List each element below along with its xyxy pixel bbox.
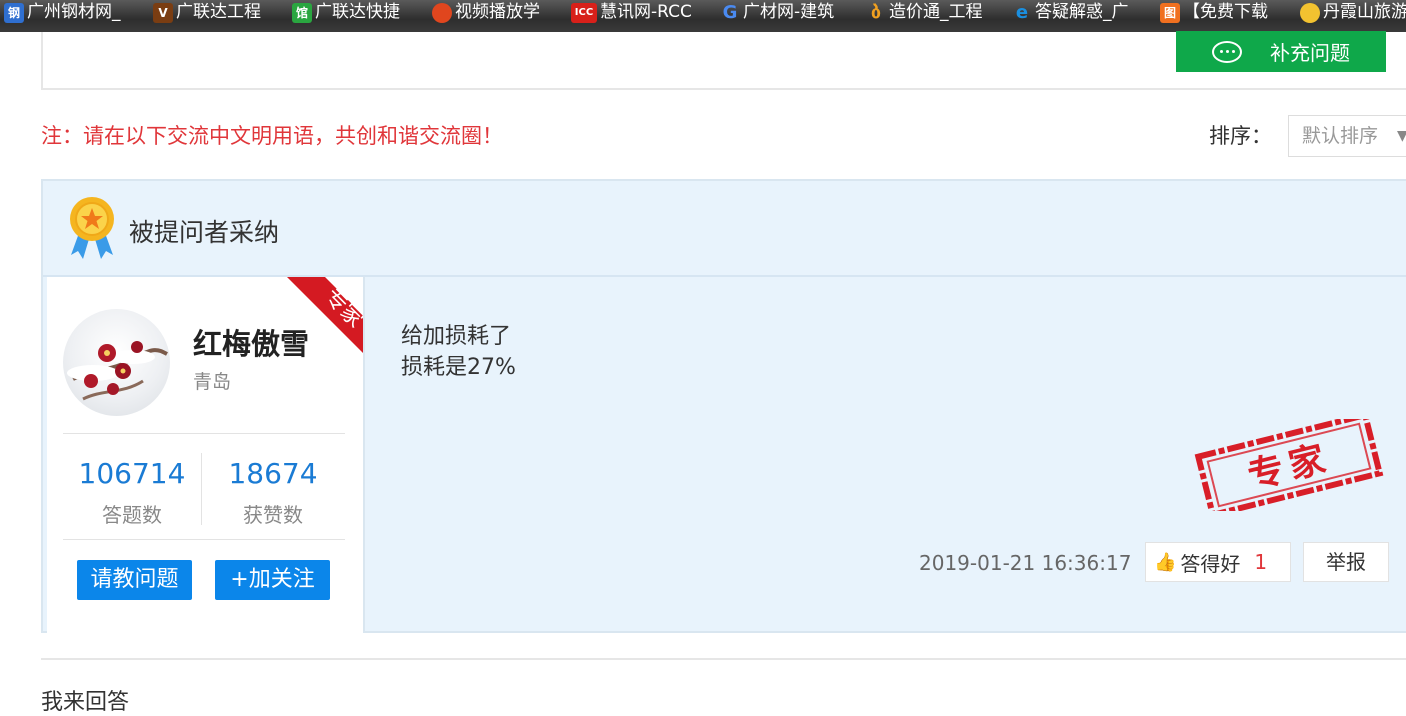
bookmark-item[interactable]: 视频播放学: [432, 0, 540, 25]
sort-selected-value: 默认排序: [1302, 125, 1379, 147]
my-answer-heading: 我来回答: [41, 690, 130, 715]
plum-blossom-avatar-image: [67, 341, 168, 401]
download-icon: 图: [1160, 2, 1180, 23]
divider: [63, 433, 345, 434]
glodon-icon: V: [153, 2, 173, 23]
divider: [63, 539, 345, 540]
accepted-header: 被提问者采纳: [43, 181, 1406, 277]
accepted-title: 被提问者采纳: [129, 218, 280, 247]
likes-count: 18674: [228, 457, 318, 490]
add-question-button[interactable]: 补充问题: [1176, 31, 1386, 72]
good-count: 1: [1254, 550, 1268, 574]
bookmark-item[interactable]: 图 【免费下载: [1160, 0, 1268, 25]
answer-datetime: 2019-01-21 16:36:17: [919, 551, 1132, 575]
bookmark-item[interactable]: ბ 造价通_工程: [866, 0, 983, 25]
user-city: 青岛: [193, 371, 232, 393]
accepted-answer-panel: 被提问者采纳 红梅傲雪 青岛 专家 106714 答题数 18674 获赞数 请…: [41, 179, 1406, 633]
plus-icon: +: [230, 567, 249, 592]
follow-button[interactable]: +加关注: [215, 560, 330, 600]
zjt-icon: ბ: [870, 1, 882, 23]
gcw-icon: G: [722, 1, 738, 23]
answers-label: 答题数: [102, 503, 162, 527]
bookmarks-bar: 钢 广州钢材网_ V 广联达工程 馆 广联达快捷 视频播放学 ICC 慧讯网-R…: [0, 0, 1406, 32]
danxia-icon: [1300, 2, 1320, 23]
video-icon: [432, 2, 452, 23]
good-answer-button[interactable]: 👍 答得好 1: [1145, 542, 1291, 582]
report-button[interactable]: 举报: [1303, 542, 1389, 582]
answer-line: 给加损耗了: [401, 324, 512, 349]
answer-content: 给加损耗了 损耗是27%: [401, 321, 516, 383]
chat-icon: [1212, 40, 1242, 63]
bookmark-item[interactable]: G 广材网-建筑: [720, 0, 835, 25]
avatar[interactable]: [63, 309, 170, 416]
glodon-quick-icon: 馆: [292, 2, 312, 23]
bookmark-item[interactable]: ICC 慧讯网-RCC: [571, 0, 692, 25]
thumbs-up-icon: 👍: [1154, 551, 1177, 573]
ie-icon: e: [1015, 1, 1029, 23]
gz-steel-icon: 钢: [4, 2, 24, 23]
user-card: 红梅傲雪 青岛 专家 106714 答题数 18674 获赞数 请教问题 +加关…: [47, 277, 365, 633]
bookmark-item[interactable]: 馆 广联达快捷: [292, 0, 400, 25]
sort-select[interactable]: 默认排序 ▼: [1288, 115, 1406, 157]
expert-stamp: 专家: [1194, 419, 1384, 511]
answer-line: 损耗是27%: [401, 355, 516, 380]
bookmark-item[interactable]: 钢 广州钢材网_: [4, 0, 121, 25]
bookmark-item[interactable]: V 广联达工程: [153, 0, 261, 25]
stats-divider: [201, 453, 202, 525]
divider: [41, 658, 1406, 660]
bookmark-item[interactable]: 丹霞山旅游: [1300, 0, 1406, 25]
medal-icon: [70, 197, 114, 259]
sort-label: 排序：: [1209, 124, 1272, 148]
likes-label: 获赞数: [243, 503, 303, 527]
civility-notice: 注：请在以下交流中文明用语，共创和谐交流圈！: [41, 124, 503, 148]
chevron-down-icon: ▼: [1397, 128, 1406, 144]
answers-count: 106714: [78, 457, 186, 490]
rcc-icon: ICC: [571, 2, 597, 23]
ask-expert-button[interactable]: 请教问题: [77, 560, 192, 600]
expert-ribbon-badge: 专家: [287, 277, 363, 353]
bookmark-item[interactable]: e 答疑解惑_广: [1012, 0, 1129, 25]
